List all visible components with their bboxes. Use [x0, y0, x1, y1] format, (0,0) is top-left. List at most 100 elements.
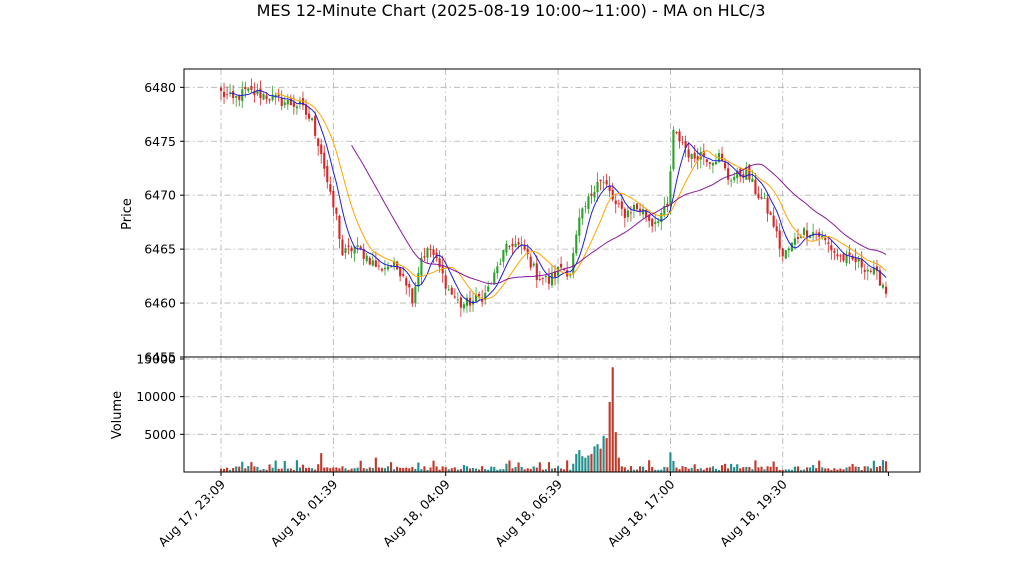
- candle-body: [405, 278, 408, 286]
- candle: [584, 201, 587, 214]
- volume-bar: [869, 468, 872, 472]
- volume-bar: [766, 466, 769, 472]
- candle-body: [541, 278, 544, 279]
- volume-bar: [283, 460, 286, 472]
- candle: [459, 295, 462, 318]
- volume-bar: [326, 467, 329, 472]
- candle: [766, 192, 769, 222]
- volume-bar: [553, 468, 557, 472]
- candle-body: [444, 275, 447, 289]
- candle-body: [863, 269, 866, 272]
- candle-body: [784, 250, 787, 259]
- candle-body: [836, 254, 839, 257]
- volume-bar: [793, 466, 796, 472]
- candle-body: [265, 95, 268, 100]
- volume-bar: [699, 468, 702, 472]
- candle: [784, 249, 787, 260]
- volume-bar: [320, 453, 323, 472]
- candle-body: [824, 237, 827, 241]
- candle: [833, 248, 836, 261]
- candle: [796, 228, 800, 244]
- candle-body: [399, 267, 402, 277]
- volume-bar: [866, 466, 869, 472]
- candle-body: [620, 201, 623, 209]
- candle-body: [496, 266, 499, 274]
- candle-body: [614, 200, 617, 205]
- candle: [687, 143, 690, 163]
- candle: [347, 237, 350, 255]
- volume-bar: [535, 467, 538, 472]
- candle-body: [356, 245, 359, 248]
- candle: [368, 256, 371, 266]
- volume-bar: [596, 444, 599, 472]
- candle-body: [757, 193, 760, 199]
- candle-body: [766, 197, 769, 214]
- volume-bar: [727, 468, 730, 472]
- candle: [386, 261, 390, 272]
- volume-bar: [490, 466, 493, 472]
- volume-bar: [578, 450, 581, 472]
- volume-bar: [620, 466, 623, 472]
- candle-body: [262, 93, 265, 100]
- candle-body: [314, 116, 317, 136]
- volume-bar: [286, 468, 289, 472]
- candle-body: [635, 203, 639, 210]
- volume-bar: [663, 466, 666, 472]
- candle: [274, 92, 277, 105]
- volume-bar: [389, 462, 393, 472]
- volume-bar: [226, 467, 229, 472]
- candle: [320, 138, 323, 164]
- volume-bar: [317, 464, 320, 472]
- candle: [745, 161, 748, 181]
- candle: [429, 244, 432, 258]
- volume-bar: [256, 466, 259, 472]
- chart-title: MES 12-Minute Chart (2025-08-19 10:00~11…: [257, 1, 766, 20]
- candle: [484, 284, 487, 305]
- candle: [453, 288, 456, 300]
- candle: [493, 268, 496, 286]
- x-axis: Aug 17, 23:09 Aug 18, 01:39 Aug 18, 04:09 A…: [155, 472, 889, 550]
- volume-bar: [423, 466, 426, 472]
- candle: [812, 223, 815, 241]
- price-panel-frame: [183, 68, 921, 358]
- candle: [362, 243, 365, 266]
- candle: [326, 159, 329, 189]
- candle-body: [317, 138, 320, 147]
- volume-bar: [757, 467, 760, 472]
- volume-bar: [878, 466, 881, 472]
- candle: [247, 87, 250, 93]
- candle: [660, 208, 663, 231]
- candle-body: [505, 243, 508, 253]
- candle: [605, 173, 608, 188]
- volume-bar: [863, 466, 866, 472]
- volume-bar: [432, 460, 435, 472]
- candle: [356, 236, 359, 254]
- candle-body: [830, 245, 833, 251]
- price-tick-label: 6480: [144, 80, 176, 95]
- volume-bar: [250, 462, 253, 472]
- candle-body: [657, 221, 660, 223]
- candle: [830, 239, 833, 260]
- candle: [863, 264, 866, 280]
- price-y-axis: 645564606465647064756480: [144, 80, 184, 365]
- x-tick-label: Aug 17, 23:09: [155, 476, 228, 549]
- candle: [547, 268, 551, 290]
- moving-average-lines: [230, 89, 887, 304]
- candle: [544, 274, 547, 283]
- candle: [226, 86, 229, 100]
- candle: [277, 88, 280, 102]
- ma-mid-line: [275, 93, 887, 300]
- candle-body: [714, 161, 718, 165]
- candle-body: [350, 247, 353, 252]
- candle: [575, 230, 578, 257]
- candle: [860, 251, 863, 274]
- volume-bar: [475, 468, 478, 472]
- candle: [705, 159, 708, 167]
- candle-body: [323, 152, 326, 169]
- volume-bar: [356, 467, 359, 472]
- candle-body: [402, 274, 405, 276]
- volume-bar: [298, 467, 302, 472]
- volume-bar: [809, 467, 812, 472]
- candle: [447, 284, 450, 292]
- volume-panel-frame: [183, 356, 921, 473]
